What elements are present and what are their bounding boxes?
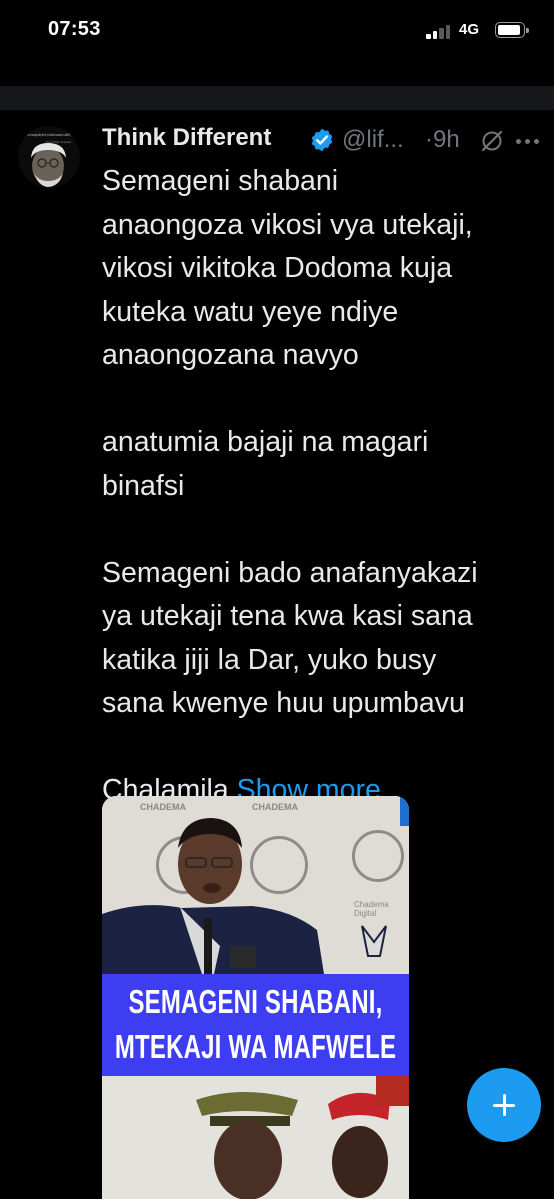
tweet-media[interactable]: CHADEMA CHADEMA Chadema Digital SEMAGENI… (102, 796, 409, 1199)
battery-icon (495, 22, 529, 38)
tweet-text: Semageni shabani anaongoza vikosi vya ut… (102, 160, 542, 813)
tweet-line: ya utekaji tena kwa kasi sana (102, 600, 473, 632)
verified-badge-icon (309, 127, 335, 153)
tweet-line: anaongoza vikosi vya utekaji, (102, 208, 473, 241)
tweet-time-value: 9h (433, 126, 460, 153)
person-speaking (102, 818, 387, 974)
media-caption: SEMAGENI SHABANI, MTEKAJI WA MAFWELE (102, 974, 409, 1076)
tweet-line: binafsi (102, 469, 185, 502)
tweet-line: sana kwenye huu upumbavu (102, 687, 465, 719)
app-screen: 07:53 4G He is rich enough today but if … (0, 0, 554, 1199)
grok-icon[interactable] (480, 129, 504, 153)
caption-line-1: SEMAGENI SHABANI, (128, 983, 383, 1022)
tweet-blank-line (102, 378, 542, 422)
more-dots-icon[interactable] (516, 139, 540, 145)
tweet-blank-line (102, 726, 542, 770)
media-backdrop: CHADEMA CHADEMA Chadema Digital (102, 796, 409, 974)
author-handle[interactable]: @lif... (342, 126, 404, 154)
tweet-line: anaongozana navyo (102, 339, 359, 371)
tweet-line: anatumia bajaji na magari (102, 426, 429, 458)
tweet-line: Semageni shabani (102, 165, 339, 197)
compose-button[interactable] (467, 1068, 541, 1142)
caption-line-2: MTEKAJI WA MAFWELE (114, 1028, 397, 1067)
status-bar: 07:53 4G (0, 0, 554, 62)
tweet-line: katika jiji la Dar, yuko busy (102, 643, 437, 676)
cellular-signal-icon (426, 25, 452, 39)
tweet-timestamp[interactable]: ·9h (425, 126, 460, 154)
timeline-divider (0, 86, 554, 110)
avatar[interactable]: He is rich enough today but if you hustl… (18, 126, 80, 188)
tweet-line: kuteka watu yeye ndiye (102, 295, 399, 328)
tweet-line: vikosi vikitoka Dodoma kuja (102, 252, 453, 284)
tweet-blank-line (102, 508, 542, 552)
author-name[interactable]: Think Different (102, 124, 271, 152)
tweet-line: Semageni bado anafanyakazi (102, 556, 478, 589)
media-lower-photo (102, 1076, 409, 1199)
status-time: 07:53 (48, 18, 101, 40)
avatar-quote: He is rich enough today but if you hustl… (23, 132, 75, 137)
network-type: 4G (459, 21, 480, 38)
